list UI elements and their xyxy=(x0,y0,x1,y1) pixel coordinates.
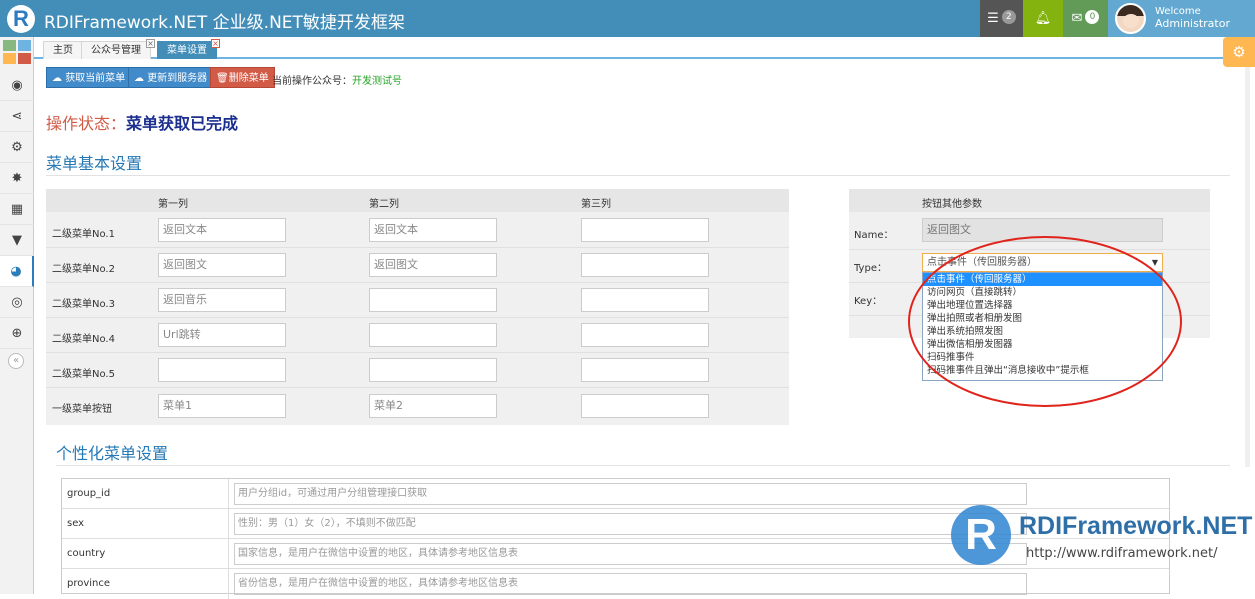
notifications-button[interactable]: 🔔︎ xyxy=(1023,0,1063,37)
status-label: 操作状态： xyxy=(46,114,127,133)
current-account-label: 当前操作公众号： xyxy=(272,76,352,87)
tab-bar: 主页 公众号管理 × 菜单设置 × xyxy=(34,37,1255,59)
watermark-url: http://www.rdiframework.net/ xyxy=(1026,546,1218,561)
menu-input[interactable]: 返回图文 xyxy=(158,253,286,277)
menu-input[interactable] xyxy=(158,358,286,382)
fetch-menu-button[interactable]: ☁ 获取当前菜单 xyxy=(46,67,132,88)
delete-menu-label: 删除菜单 xyxy=(228,73,269,84)
top-navbar: R RDIFramework.NET 企业级.NET敏捷开发框架 ☰ 2 🔔︎ ✉… xyxy=(0,0,1255,37)
menu-input[interactable] xyxy=(581,253,709,277)
tasks-button[interactable]: ☰ 2 xyxy=(980,0,1023,37)
row-label: 二级菜单No.3 xyxy=(52,299,115,310)
eye-icon[interactable]: ◎ xyxy=(0,287,34,318)
menu-input[interactable]: 返回音乐 xyxy=(158,288,286,312)
watermark-logo-icon: R xyxy=(951,505,1011,565)
tab-close-icon[interactable]: × xyxy=(146,39,155,48)
operation-status: 操作状态：菜单获取已完成 xyxy=(46,110,238,134)
key-label: Key： xyxy=(854,296,883,307)
table-row: group_id 用户分组id，可通过用户分组管理接口获取 xyxy=(62,479,1169,509)
menu-input[interactable] xyxy=(581,394,709,418)
table-row: province 省份信息，是用户在微信中设置的地区，具体请参考地区信息表 xyxy=(62,569,1169,599)
menu-input[interactable] xyxy=(369,323,497,347)
row-label: 二级菜单No.5 xyxy=(52,369,115,380)
field-label: province xyxy=(62,569,229,599)
menu-input[interactable]: 返回文本 xyxy=(158,218,286,242)
messages-badge: 0 xyxy=(1085,10,1100,24)
panel-header xyxy=(849,189,1210,212)
tab-home[interactable]: 主页 xyxy=(43,41,83,59)
menu-input[interactable]: 返回图文 xyxy=(369,253,497,277)
tab-account-management[interactable]: 公众号管理 xyxy=(81,41,151,59)
row-label: 一级菜单按钮 xyxy=(52,404,112,415)
menu-input[interactable] xyxy=(581,218,709,242)
messages-button[interactable]: ✉ 0 xyxy=(1063,0,1108,37)
update-server-button[interactable]: ☁ 更新到服务器 xyxy=(128,67,214,88)
menu-input[interactable] xyxy=(581,323,709,347)
user-name: Administrator xyxy=(1155,17,1230,30)
fetch-menu-label: 获取当前菜单 xyxy=(65,73,126,84)
section-divider xyxy=(56,465,1230,466)
dashboard-icon[interactable]: ◉ xyxy=(0,70,34,101)
row-label: 二级菜单No.1 xyxy=(52,229,115,240)
menu-input[interactable]: Url跳转 xyxy=(158,323,286,347)
cogs-icon[interactable]: ⚙ xyxy=(0,132,34,163)
tab-close-icon[interactable]: × xyxy=(211,39,220,48)
menu-input[interactable]: 返回文本 xyxy=(369,218,497,242)
menu-input[interactable] xyxy=(581,358,709,382)
user-menu[interactable]: Welcome Administrator xyxy=(1108,0,1255,37)
watermark-brand: RDIFramework.NET xyxy=(1019,512,1253,540)
spinner-icon[interactable]: ✸ xyxy=(0,163,34,194)
current-account-value: 开发测试号 xyxy=(352,76,402,87)
menu-input[interactable] xyxy=(581,288,709,312)
section-divider xyxy=(46,175,1230,176)
name-label: Name： xyxy=(854,230,894,241)
column-header: 第三列 xyxy=(581,199,611,210)
delete-menu-button[interactable]: 🗑︎删除菜单 xyxy=(210,67,275,88)
current-account: 当前操作公众号：开发测试号 xyxy=(272,72,402,87)
settings-gear-icon[interactable]: ⚙ xyxy=(1223,37,1255,67)
sidebar-collapse-icon[interactable]: « xyxy=(8,353,24,369)
personal-section-title: 个性化菜单设置 xyxy=(56,444,169,463)
menu-grid: 第一列 第二列 第三列 二级菜单No.1 返回文本 返回文本 二级菜单No.2 … xyxy=(46,189,789,425)
sidebar: ◉ ⋖ ⚙ ✸ ▦ ▼ ◕ ◎ ⊕ « xyxy=(0,37,34,594)
welcome-text: Welcome xyxy=(1155,6,1201,17)
scrollbar[interactable] xyxy=(1245,67,1250,467)
globe-icon[interactable]: ⊕ xyxy=(0,318,34,349)
panel-title: 按钮其他参数 xyxy=(922,199,982,210)
shortcuts-icon[interactable] xyxy=(0,37,34,69)
sex-input[interactable]: 性别：男（1）女（2），不填则不做匹配 xyxy=(234,513,1027,535)
column-header: 第一列 xyxy=(158,199,188,210)
filter-icon[interactable]: ▼ xyxy=(0,225,34,256)
menu-input[interactable]: 菜单1 xyxy=(158,394,286,418)
country-input[interactable]: 国家信息，是用户在微信中设置的地区，具体请参考地区信息表 xyxy=(234,543,1027,565)
field-label: country xyxy=(62,539,229,569)
status-value: 菜单获取已完成 xyxy=(126,114,239,133)
field-label: group_id xyxy=(62,479,229,509)
share-icon[interactable]: ⋖ xyxy=(0,101,34,132)
menu-input[interactable] xyxy=(369,358,497,382)
tasks-icon: ☰ xyxy=(987,11,999,26)
logo-icon: R xyxy=(7,5,35,33)
menu-input[interactable]: 菜单2 xyxy=(369,394,497,418)
bell-icon: 🔔︎ xyxy=(1034,11,1052,26)
group-id-input[interactable]: 用户分组id，可通过用户分组管理接口获取 xyxy=(234,483,1027,505)
avatar xyxy=(1115,3,1146,34)
calendar-icon[interactable]: ▦ xyxy=(0,194,34,225)
wechat-icon[interactable]: ◕ xyxy=(0,256,34,287)
type-label: Type： xyxy=(854,263,887,274)
tab-menu-settings[interactable]: 菜单设置 xyxy=(157,41,217,59)
menu-section-title: 菜单基本设置 xyxy=(46,154,143,173)
update-server-label: 更新到服务器 xyxy=(147,73,208,84)
tasks-badge: 2 xyxy=(1001,10,1016,24)
highlight-ellipse xyxy=(908,236,1182,407)
envelope-icon: ✉ xyxy=(1071,11,1083,26)
app-title: RDIFramework.NET 企业级.NET敏捷开发框架 xyxy=(44,13,405,33)
row-label: 二级菜单No.4 xyxy=(52,334,115,345)
row-label: 二级菜单No.2 xyxy=(52,264,115,275)
column-header: 第二列 xyxy=(369,199,399,210)
province-input[interactable]: 省份信息，是用户在微信中设置的地区，具体请参考地区信息表 xyxy=(234,573,1027,595)
field-label: sex xyxy=(62,509,229,539)
menu-input[interactable] xyxy=(369,288,497,312)
